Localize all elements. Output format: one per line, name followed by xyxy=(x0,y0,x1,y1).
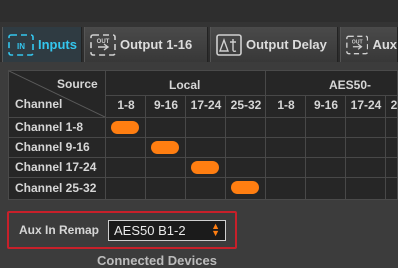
grid-line xyxy=(145,95,146,199)
tab-inputs[interactable]: IN Inputs xyxy=(2,27,82,62)
grid-line xyxy=(105,95,397,96)
aux-in-remap-group: Aux In Remap AES50 B1-2 ▲ ▼ xyxy=(7,211,237,249)
channel-header: Channel xyxy=(15,97,63,111)
input-icon: IN xyxy=(8,33,34,56)
grid-line xyxy=(9,117,397,118)
output-icon-text: OUT xyxy=(352,39,364,45)
column-header: 1-8 xyxy=(117,98,135,112)
column-header: 17-24 xyxy=(350,98,382,112)
input-icon-text: IN xyxy=(17,42,25,51)
column-header: 17-24 xyxy=(190,98,222,112)
tab-bar: IN Inputs OUT Output 1-16 Output Delay O… xyxy=(0,0,398,62)
column-header: 25-32 xyxy=(390,98,398,112)
grid-line xyxy=(305,95,306,199)
aux-in-remap-label: Aux In Remap xyxy=(19,223,100,237)
row-label: Channel 9-16 xyxy=(15,140,90,154)
assignment-marker[interactable] xyxy=(231,181,259,194)
column-header: 9-16 xyxy=(313,98,339,112)
grid-line xyxy=(9,137,397,138)
tab-label: Inputs xyxy=(38,37,77,52)
assignment-marker[interactable] xyxy=(191,161,219,174)
group-aes50: AES50- xyxy=(329,78,372,92)
row-label: Channel 17-24 xyxy=(15,160,97,174)
assignment-marker[interactable] xyxy=(111,121,139,134)
grid-line xyxy=(105,71,106,199)
group-local: Local xyxy=(169,78,201,92)
routing-matrix: Source Channel Local AES50- 1-8 9-16 17-… xyxy=(8,70,398,200)
row-label: Channel 25-32 xyxy=(15,181,97,195)
column-header: 25-32 xyxy=(230,98,262,112)
delay-icon xyxy=(216,33,242,56)
assignment-marker[interactable] xyxy=(151,141,179,154)
column-header: 1-8 xyxy=(277,98,295,112)
tab-aux[interactable]: OUT Aux xyxy=(340,27,398,62)
aux-in-remap-value: AES50 B1-2 xyxy=(114,223,186,238)
grid-line xyxy=(9,177,397,178)
grid-line xyxy=(345,95,346,199)
tab-label: Aux xyxy=(372,37,397,52)
aux-in-remap-select[interactable]: AES50 B1-2 ▲ ▼ xyxy=(108,220,226,241)
grid-line xyxy=(225,95,226,199)
output-icon: OUT xyxy=(346,35,369,54)
tab-output-delay[interactable]: Output Delay xyxy=(210,27,338,62)
source-header: Source xyxy=(57,77,98,91)
select-arrows-icon: ▲ ▼ xyxy=(211,221,220,238)
output-icon-text: OUT xyxy=(97,39,110,45)
grid-line xyxy=(265,71,266,199)
grid-line xyxy=(385,95,386,199)
column-header: 9-16 xyxy=(153,98,179,112)
connected-devices-title: Connected Devices xyxy=(97,253,217,268)
tab-bar-top xyxy=(0,0,398,22)
grid-line xyxy=(185,95,186,199)
tab-output-1-16[interactable]: OUT Output 1-16 xyxy=(84,27,208,62)
grid-line xyxy=(9,157,397,158)
row-label: Channel 1-8 xyxy=(15,120,84,134)
tab-label: Output 1-16 xyxy=(120,37,193,52)
tab-label: Output Delay xyxy=(246,37,327,52)
output-icon: OUT xyxy=(90,33,116,56)
